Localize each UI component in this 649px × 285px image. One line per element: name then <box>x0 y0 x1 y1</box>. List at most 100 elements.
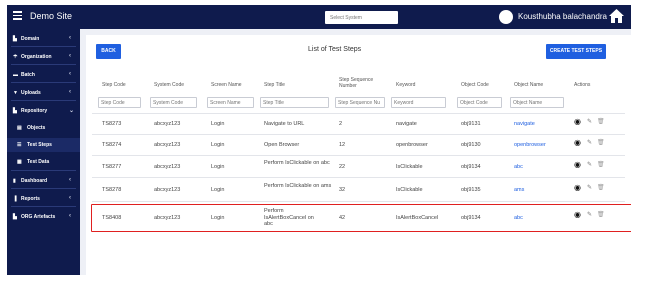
cell-keyword: openbrowser <box>396 142 428 148</box>
filter-screen-name-input[interactable] <box>207 97 254 108</box>
view-eye-icon[interactable]: ◉ <box>574 117 581 126</box>
sidebar-item-batch[interactable]: ▬ Batch ‹ <box>7 68 80 82</box>
filter-step-code-input[interactable] <box>98 97 141 108</box>
cell-system-code: abcxyz123 <box>154 187 181 193</box>
cell-screen-name: Login <box>211 164 225 170</box>
back-button[interactable]: BACK <box>96 44 121 59</box>
divider <box>11 64 76 65</box>
cell-keyword: navigate <box>396 121 417 127</box>
sidebar-item-label: Organization <box>21 54 52 60</box>
user-avatar[interactable] <box>499 10 513 24</box>
chevron-left-icon: ‹ <box>69 35 71 41</box>
cell-object-code: obj9134 <box>461 164 481 170</box>
edit-pencil-icon[interactable]: ✎ <box>587 118 592 125</box>
sidebar-item-label: Dashboard <box>21 178 48 184</box>
app-title: Demo Site <box>30 11 73 21</box>
column-header-object-code[interactable]: Object Code <box>461 82 489 88</box>
sidebar-item-reports[interactable]: ▐ Reports ‹ <box>7 192 80 206</box>
row-divider <box>92 201 625 202</box>
filter-icon: ▼ <box>13 90 18 96</box>
column-header-screen-name[interactable]: Screen Name <box>211 82 242 88</box>
delete-trash-icon[interactable]: 🗑 <box>597 139 605 146</box>
view-eye-icon[interactable]: ◉ <box>574 138 581 147</box>
chevron-left-icon: ‹ <box>69 177 71 183</box>
column-header-actions: Actions <box>574 82 591 88</box>
sidebar-item-objects[interactable]: ▤ Objects <box>7 121 80 135</box>
cell-step-code: TS8277 <box>102 164 122 170</box>
edit-pencil-icon[interactable]: ✎ <box>587 184 592 191</box>
cell-screen-name: Login <box>211 187 225 193</box>
column-header-step-sequence-number[interactable]: Step Sequence Number <box>339 77 379 89</box>
row-divider <box>92 155 625 156</box>
filter-keyword-input[interactable] <box>391 97 446 108</box>
delete-trash-icon[interactable]: 🗑 <box>597 161 605 168</box>
cell-object-code: obj9135 <box>461 187 481 193</box>
sidebar-item-test-data[interactable]: ▦ Test Data <box>7 155 80 169</box>
sidebar-item-organization[interactable]: ☂ Organization ‹ <box>7 50 80 64</box>
filter-step-sequence-input[interactable] <box>335 97 385 108</box>
sidebar-item-label: Test Steps <box>27 142 52 148</box>
cell-sequence: 32 <box>339 187 346 193</box>
folder-icon: ▬ <box>13 72 18 78</box>
cell-step-title: Navigate to URL <box>264 121 305 127</box>
column-header-system-code[interactable]: System Code <box>154 82 184 88</box>
sidebar-item-test-steps[interactable]: ☰ Test Steps <box>7 138 80 152</box>
top-bar: Demo Site Kousthubha balachandra <box>7 5 631 29</box>
row-divider <box>92 177 625 178</box>
sidebar-item-domain[interactable]: ▙ Domain ‹ <box>7 32 80 46</box>
cell-sequence: 12 <box>339 142 346 148</box>
main-content: BACK List of Test Steps CREATE TEST STEP… <box>86 35 631 275</box>
filter-step-title-input[interactable] <box>260 97 329 108</box>
cell-system-code: abcxyz123 <box>154 164 181 170</box>
sidebar-item-org-artefacts[interactable]: ▙ ORG Artefacts ‹ <box>7 210 80 224</box>
cell-step-code: TS8278 <box>102 187 122 193</box>
create-test-steps-button[interactable]: CREATE TEST STEPS <box>546 44 606 59</box>
row-divider <box>92 113 625 114</box>
view-eye-icon[interactable]: ◉ <box>574 183 581 192</box>
sidebar-item-dashboard[interactable]: ▮ Dashboard ‹ <box>7 174 80 188</box>
edit-pencil-icon[interactable]: ✎ <box>587 139 592 146</box>
sidebar-item-repository[interactable]: ▙ Repository ⌄ <box>7 104 80 118</box>
cell-keyword: IsClickable <box>396 164 423 170</box>
building-icon: ▙ <box>13 36 17 42</box>
filter-object-code-input[interactable] <box>457 97 502 108</box>
app-window: Demo Site Kousthubha balachandra ▙ Domai… <box>7 5 631 275</box>
column-header-step-code[interactable]: Step Code <box>102 82 126 88</box>
cell-screen-name: Login <box>211 121 225 127</box>
cell-object-name-link[interactable]: ams <box>514 187 524 194</box>
delete-trash-icon[interactable]: 🗑 <box>597 184 605 191</box>
cell-object-code: obj9131 <box>461 121 481 127</box>
divider <box>11 170 76 171</box>
cell-step-code: TS8274 <box>102 142 122 148</box>
cell-object-name-link[interactable]: abc <box>514 164 523 171</box>
user-name: Kousthubha balachandra <box>518 12 607 21</box>
cell-object-name-link[interactable]: navigate <box>514 121 535 128</box>
cell-object-name-link[interactable]: openbrowser <box>514 142 546 149</box>
divider <box>11 188 76 189</box>
column-header-keyword[interactable]: Keyword <box>396 82 415 88</box>
system-select-input[interactable] <box>325 11 398 24</box>
home-icon[interactable] <box>608 8 625 24</box>
delete-trash-icon[interactable]: 🗑 <box>597 118 605 125</box>
column-header-step-title[interactable]: Step Title <box>264 82 285 88</box>
cell-step-code: TS8273 <box>102 121 122 127</box>
sidebar-item-label: Repository <box>21 108 48 114</box>
list-icon: ☰ <box>17 142 22 148</box>
view-eye-icon[interactable]: ◉ <box>574 160 581 169</box>
sidebar-item-label: Objects <box>27 125 46 131</box>
edit-pencil-icon[interactable]: ✎ <box>587 161 592 168</box>
sidebar-item-label: Domain <box>21 36 40 42</box>
cell-system-code: abcxyz123 <box>154 142 181 148</box>
hamburger-menu-icon[interactable] <box>13 11 22 21</box>
sidebar-item-uploads[interactable]: ▼ Uploads ‹ <box>7 86 80 100</box>
sidebar-item-label: Reports <box>21 196 40 202</box>
column-header-object-name[interactable]: Object Name <box>514 82 543 88</box>
sidebar-item-label: ORG Artefacts <box>21 214 56 220</box>
filter-object-name-input[interactable] <box>510 97 564 108</box>
building-icon: ▙ <box>13 108 17 114</box>
chevron-left-icon: ‹ <box>69 89 71 95</box>
database-icon: ▤ <box>17 125 22 131</box>
chevron-left-icon: ‹ <box>69 213 71 219</box>
filter-system-code-input[interactable] <box>150 97 197 108</box>
divider <box>11 206 76 207</box>
